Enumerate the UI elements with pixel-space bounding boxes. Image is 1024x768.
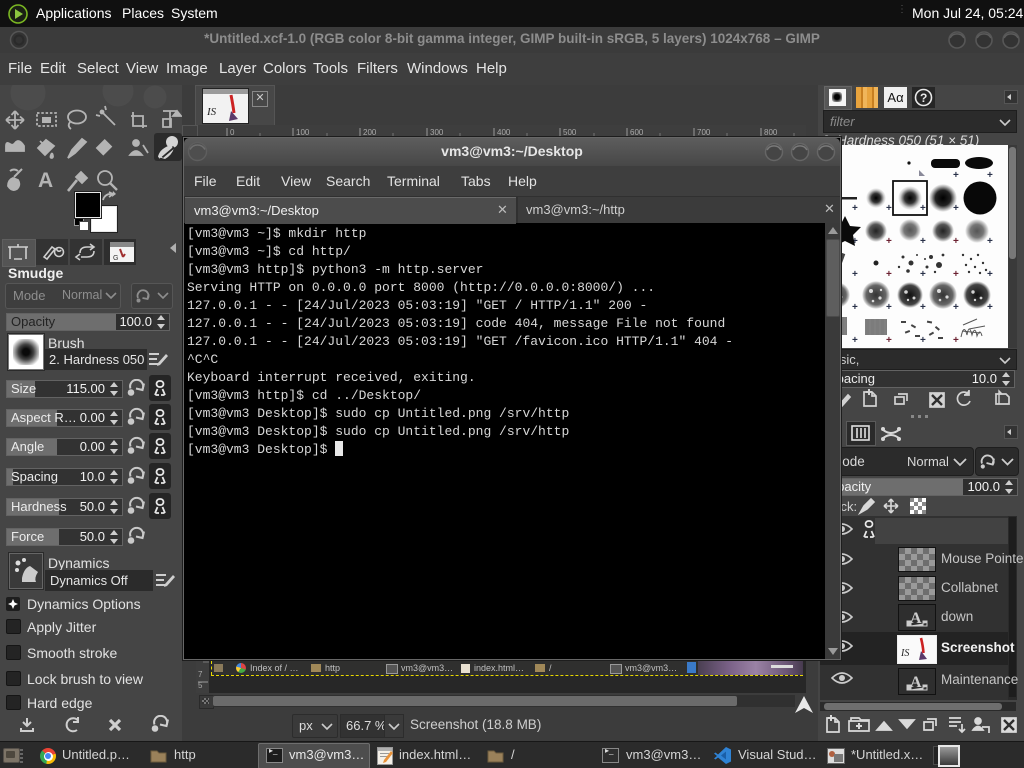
svg-text:A: A: [38, 169, 53, 192]
svg-text:+: +: [852, 269, 858, 280]
svg-text:0: 0: [230, 128, 235, 137]
svg-text:5: 5: [198, 681, 203, 690]
svg-text:+: +: [852, 335, 858, 346]
svg-text:+: +: [920, 203, 926, 214]
svg-text:+: +: [987, 236, 993, 247]
svg-text:+: +: [920, 236, 926, 247]
svg-text:200: 200: [363, 128, 377, 137]
svg-text:7: 7: [198, 670, 203, 679]
svg-text:+: +: [886, 269, 892, 280]
svg-text:800: 800: [764, 128, 778, 137]
svg-text:700: 700: [697, 128, 711, 137]
svg-text:+: +: [953, 269, 959, 280]
svg-text:?: ?: [920, 91, 927, 105]
svg-text:+: +: [953, 335, 959, 346]
svg-text:400: 400: [497, 128, 511, 137]
svg-text:600: 600: [630, 128, 644, 137]
svg-text:+: +: [920, 335, 926, 346]
svg-text:A: A: [910, 610, 922, 627]
svg-text:100: 100: [296, 128, 310, 137]
svg-text:+: +: [852, 302, 858, 313]
svg-text:500: 500: [563, 128, 577, 137]
svg-text:300: 300: [430, 128, 444, 137]
svg-text:+: +: [987, 269, 993, 280]
svg-text:+: +: [953, 170, 959, 181]
svg-text:+: +: [886, 236, 892, 247]
svg-text:+: +: [852, 203, 858, 214]
svg-text:+: +: [987, 170, 993, 181]
svg-text:+: +: [953, 236, 959, 247]
svg-text:+: +: [886, 335, 892, 346]
svg-text:+: +: [886, 203, 892, 214]
svg-text:+: +: [920, 269, 926, 280]
svg-text:+: +: [920, 302, 926, 313]
svg-text:A: A: [910, 674, 922, 691]
svg-text:G: G: [113, 255, 118, 262]
